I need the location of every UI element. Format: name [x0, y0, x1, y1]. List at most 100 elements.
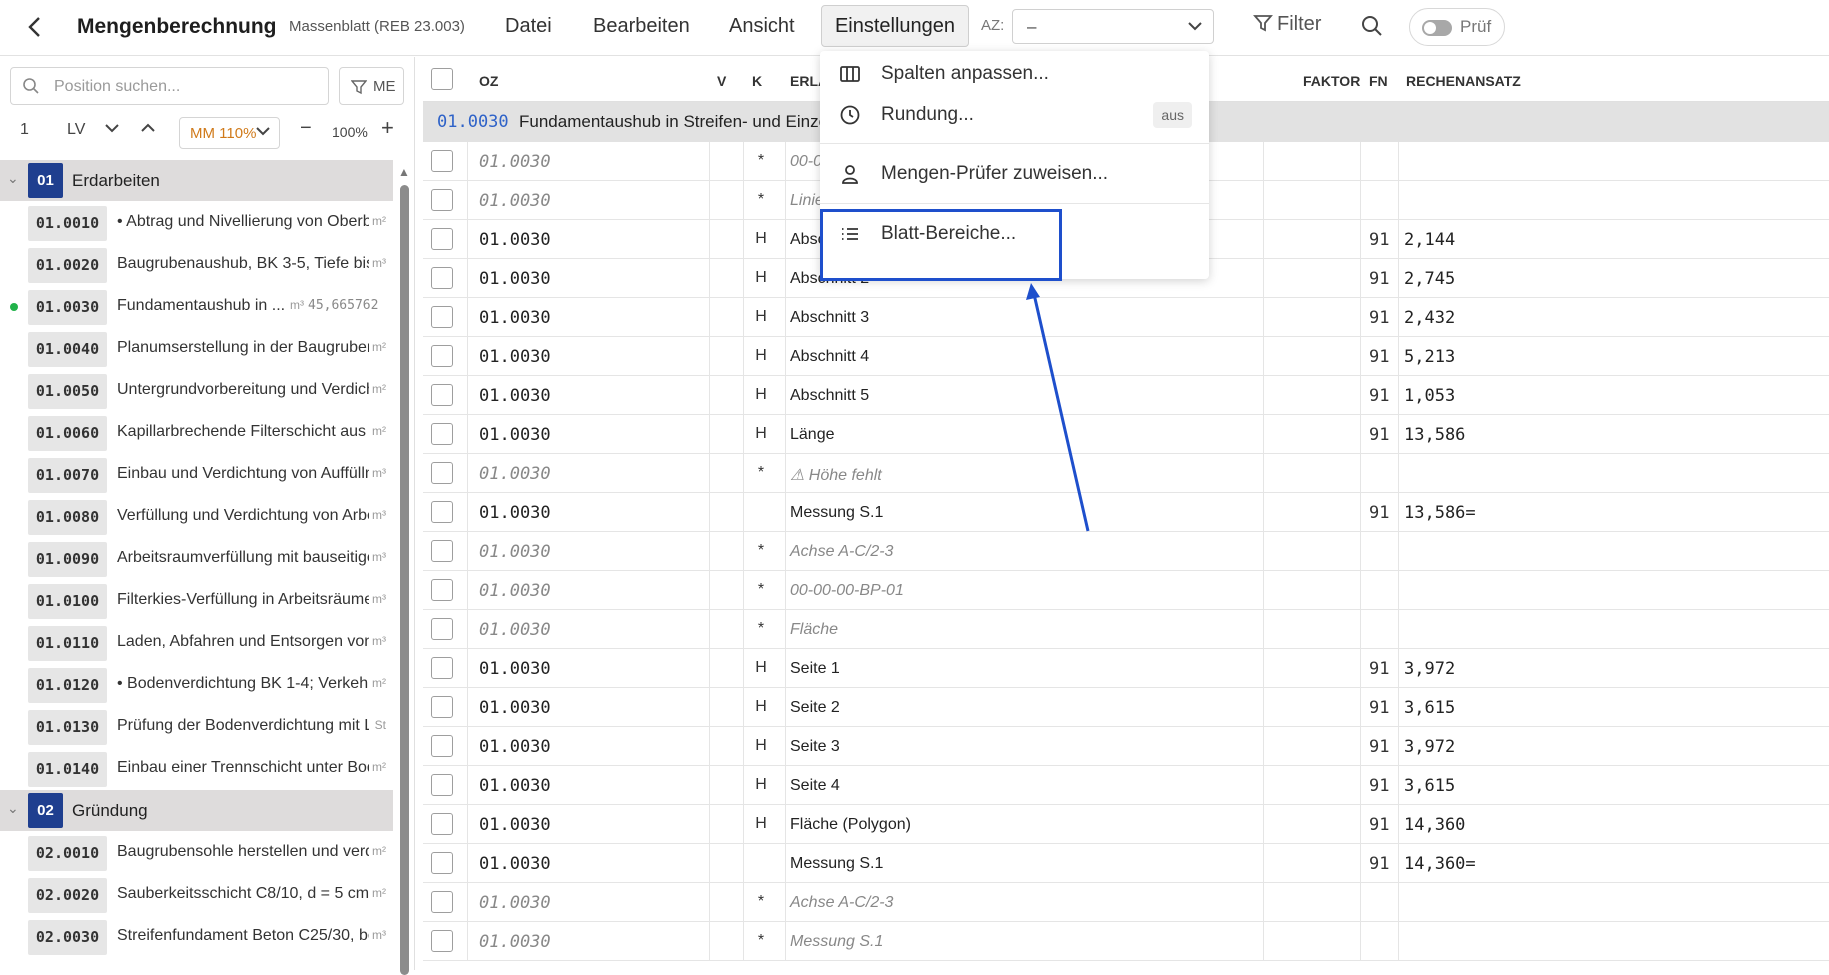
row-erlaeuterung[interactable]: Abschnitt 5: [790, 387, 869, 405]
filter-button[interactable]: Filter: [1253, 13, 1321, 36]
row-fn[interactable]: 91: [1369, 503, 1389, 523]
tree-group[interactable]: ⌄ 02 Gründung: [0, 790, 393, 831]
row-fn[interactable]: 91: [1369, 776, 1389, 796]
chevron-up-icon[interactable]: [139, 119, 157, 142]
row-erlaeuterung[interactable]: Achse A-C/2-3: [790, 894, 893, 912]
row-oz[interactable]: 01.0030: [479, 776, 551, 796]
row-k[interactable]: *: [751, 581, 771, 599]
row-fn[interactable]: 91: [1369, 230, 1389, 250]
row-oz[interactable]: 01.0030: [479, 386, 551, 406]
column-faktor[interactable]: FAKTOR: [1303, 73, 1360, 89]
row-erlaeuterung[interactable]: Seite 4: [790, 777, 840, 795]
tree-item[interactable]: 01.0120 • Bodenverdichtung BK 1-4; Verkeh…: [0, 664, 393, 706]
row-rechenansatz[interactable]: 1,053: [1404, 386, 1455, 406]
menu-item-spalten-anpassen[interactable]: Spalten anpassen...: [820, 51, 1209, 97]
row-k[interactable]: H: [751, 698, 771, 716]
row-checkbox[interactable]: [431, 267, 453, 289]
row-k[interactable]: H: [751, 230, 771, 248]
row-checkbox[interactable]: [431, 930, 453, 952]
row-oz[interactable]: 01.0030: [479, 932, 551, 952]
row-rechenansatz[interactable]: 3,972: [1404, 737, 1455, 757]
row-k[interactable]: H: [751, 308, 771, 326]
row-fn[interactable]: 91: [1369, 425, 1389, 445]
row-checkbox[interactable]: [431, 657, 453, 679]
row-erlaeuterung[interactable]: 00-00-00-BP-01: [790, 582, 904, 600]
scroll-up-icon[interactable]: ▲: [398, 165, 410, 179]
row-rechenansatz[interactable]: 14,360: [1404, 815, 1465, 835]
tree-item[interactable]: 01.0100 Filterkies-Verfüllung in Arbeitsr…: [0, 580, 393, 622]
grid-row[interactable]: 01.0030 * Achse A-C/2-3: [423, 883, 1829, 922]
grid-row[interactable]: 01.0030 * ⚠ Höhe fehlt: [423, 454, 1829, 493]
row-checkbox[interactable]: [431, 618, 453, 640]
row-fn[interactable]: 91: [1369, 854, 1389, 874]
grid-row[interactable]: 01.0030 H Abschnitt 5 91 1,053: [423, 376, 1829, 415]
row-k[interactable]: H: [751, 659, 771, 677]
tree-item[interactable]: 01.0080 Verfüllung und Verdichtung von Ar…: [0, 496, 393, 538]
position-search-input[interactable]: Position suchen...: [10, 67, 329, 105]
row-checkbox[interactable]: [431, 774, 453, 796]
row-erlaeuterung[interactable]: Linie: [790, 192, 824, 210]
row-oz[interactable]: 01.0030: [479, 581, 551, 601]
row-fn[interactable]: 91: [1369, 386, 1389, 406]
row-checkbox[interactable]: [431, 735, 453, 757]
chevron-down-icon[interactable]: ⌄: [7, 800, 19, 817]
row-erlaeuterung[interactable]: Abschnitt 4: [790, 348, 869, 366]
me-filter-button[interactable]: ME: [339, 67, 404, 105]
row-rechenansatz[interactable]: 3,972: [1404, 659, 1455, 679]
row-oz[interactable]: 01.0030: [479, 269, 551, 289]
row-fn[interactable]: 91: [1369, 269, 1389, 289]
row-fn[interactable]: 91: [1369, 308, 1389, 328]
row-rechenansatz[interactable]: 2,144: [1404, 230, 1455, 250]
grid-row[interactable]: 01.0030 * Achse A-C/2-3: [423, 532, 1829, 571]
row-checkbox[interactable]: [431, 813, 453, 835]
toggle-switch[interactable]: [1422, 20, 1452, 36]
row-oz[interactable]: 01.0030: [479, 425, 551, 445]
row-k[interactable]: *: [751, 542, 771, 560]
row-rechenansatz[interactable]: 13,586: [1404, 425, 1465, 445]
row-checkbox[interactable]: [431, 696, 453, 718]
row-rechenansatz[interactable]: 14,360=: [1404, 854, 1476, 874]
row-fn[interactable]: 91: [1369, 347, 1389, 367]
row-k[interactable]: H: [751, 386, 771, 404]
tree-item[interactable]: 01.0040 Planumserstellung in der Baugrube…: [0, 328, 393, 370]
menu-einstellungen[interactable]: Einstellungen: [821, 5, 969, 47]
row-rechenansatz[interactable]: 13,586=: [1404, 503, 1476, 523]
grid-row[interactable]: 01.0030 H Seite 1 91 3,972: [423, 649, 1829, 688]
row-erlaeuterung[interactable]: Seite 3: [790, 738, 840, 756]
row-erlaeuterung[interactable]: Seite 2: [790, 699, 840, 717]
row-oz[interactable]: 01.0030: [479, 503, 551, 523]
menu-item-mengen-pruefer[interactable]: Mengen-Prüfer zuweisen...: [820, 151, 1209, 197]
row-k[interactable]: *: [751, 893, 771, 911]
row-oz[interactable]: 01.0030: [479, 191, 551, 211]
row-erlaeuterung[interactable]: Seite 1: [790, 660, 840, 678]
grid-row[interactable]: 01.0030 H Länge 91 13,586: [423, 415, 1829, 454]
row-rechenansatz[interactable]: 3,615: [1404, 776, 1455, 796]
row-k[interactable]: H: [751, 347, 771, 365]
row-fn[interactable]: 91: [1369, 659, 1389, 679]
search-icon[interactable]: [1360, 14, 1384, 43]
row-oz[interactable]: 01.0030: [479, 464, 551, 484]
row-erlaeuterung[interactable]: Abschnitt 3: [790, 309, 869, 327]
grid-row[interactable]: 01.0030 Messung S.1 91 13,586=: [423, 493, 1829, 532]
grid-row[interactable]: 01.0030 H Fläche (Polygon) 91 14,360: [423, 805, 1829, 844]
row-erlaeuterung[interactable]: Achse A-C/2-3: [790, 543, 893, 561]
grid-row[interactable]: 01.0030 H Seite 3 91 3,972: [423, 727, 1829, 766]
row-checkbox[interactable]: [431, 501, 453, 523]
row-oz[interactable]: 01.0030: [479, 152, 551, 172]
row-oz[interactable]: 01.0030: [479, 542, 551, 562]
tree-item[interactable]: 01.0010 • Abtrag und Nivellierung von Obe…: [0, 202, 393, 244]
row-fn[interactable]: 91: [1369, 737, 1389, 757]
menu-ansicht[interactable]: Ansicht: [729, 13, 795, 40]
grid-row[interactable]: 01.0030 H Abschnitt 4 91 5,213: [423, 337, 1829, 376]
row-rechenansatz[interactable]: 5,213: [1404, 347, 1455, 367]
row-checkbox[interactable]: [431, 150, 453, 172]
tree-item[interactable]: 01.0070 Einbau und Verdichtung von Auffül…: [0, 454, 393, 496]
az-select[interactable]: –: [1012, 9, 1214, 44]
row-k[interactable]: *: [751, 620, 771, 638]
row-checkbox[interactable]: [431, 228, 453, 250]
tree-item[interactable]: 01.0060 Kapillarbrechende Filterschicht a…: [0, 412, 393, 454]
row-oz[interactable]: 01.0030: [479, 230, 551, 250]
row-oz[interactable]: 01.0030: [479, 893, 551, 913]
grid-row[interactable]: 01.0030 * Messung S.1: [423, 922, 1829, 961]
row-oz[interactable]: 01.0030: [479, 854, 551, 874]
